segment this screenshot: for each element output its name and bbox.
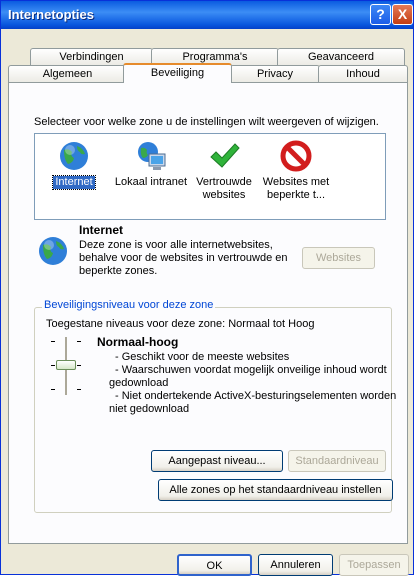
security-level-desc-5: niet gedownload: [109, 403, 190, 415]
zone-label-trusted-line1: Vertrouwde: [196, 176, 252, 188]
zone-label-trusted-line2: websites: [202, 189, 246, 201]
zone-label-restricted-sites: Websites met beperkte t...: [261, 176, 331, 202]
internet-options-window: Internetopties ? X Verbindingen Programm…: [0, 0, 414, 576]
slider-tick: [77, 365, 81, 366]
security-level-title: Normaal-hoog: [97, 335, 179, 349]
zone-label-restricted-line1: Websites met: [262, 176, 330, 188]
zone-label-trusted-sites: Vertrouwde websites: [194, 176, 254, 202]
tab-inhoud[interactable]: Inhoud: [318, 65, 408, 82]
intranet-icon: [138, 142, 166, 170]
slider-tick: [51, 389, 55, 390]
zone-item-local-intranet[interactable]: Lokaal intranet: [111, 140, 191, 189]
globe-icon: [39, 237, 67, 265]
checkmark-icon: [210, 143, 240, 168]
tab-algemeen[interactable]: Algemeen: [8, 65, 127, 82]
security-level-desc-3: gedownload: [109, 377, 169, 389]
security-level-desc-2: - Waarschuwen voordat mogelijk onveilige…: [115, 364, 387, 376]
zone-item-internet[interactable]: Internet: [49, 140, 99, 190]
title-bar[interactable]: Internetopties ? X: [1, 1, 413, 29]
reset-all-zones-button[interactable]: Alle zones op het standaardniveau instel…: [158, 479, 393, 501]
slider-tick: [51, 365, 55, 366]
zone-item-restricted-sites[interactable]: Websites met beperkte t...: [259, 140, 333, 202]
security-level-desc-1: - Geschikt voor de meeste websites: [115, 351, 290, 363]
default-level-button[interactable]: Standaardniveau: [288, 450, 386, 472]
tab-beveiliging[interactable]: Beveiliging: [123, 63, 232, 83]
zone-label-restricted-line2: beperkte t...: [266, 189, 326, 201]
security-level-slider[interactable]: [51, 335, 81, 397]
tab-geavanceerd[interactable]: Geavanceerd: [277, 48, 405, 65]
restricted-icon: [280, 140, 312, 172]
zone-label-internet: Internet: [52, 175, 96, 190]
zone-info-line2: behalve voor de websites in vertrouwde e…: [79, 252, 288, 264]
zone-info-line1: Deze zone is voor alle internetwebsites,: [79, 239, 273, 251]
globe-icon: [60, 142, 88, 170]
ok-button[interactable]: OK: [177, 554, 252, 576]
slider-tick: [77, 389, 81, 390]
zone-instruction: Selecteer voor welke zone u de instellin…: [34, 116, 379, 128]
zone-label-local-intranet: Lokaal intranet: [114, 176, 188, 188]
window-title: Internetopties: [8, 7, 94, 22]
security-level-group-label: Beveiligingsniveau voor deze zone: [42, 299, 216, 311]
security-level-desc-4: - Niet ondertekende ActiveX-besturingsel…: [115, 390, 397, 402]
websites-button[interactable]: Websites: [302, 247, 375, 269]
tab-privacy[interactable]: Privacy: [230, 65, 320, 82]
slider-tick: [77, 341, 81, 342]
help-button[interactable]: ?: [370, 4, 391, 25]
custom-level-button[interactable]: Aangepast niveau...: [151, 450, 283, 472]
zone-info-title: Internet: [79, 223, 124, 237]
allowed-levels-text: Toegestane niveaus voor deze zone: Norma…: [46, 318, 315, 330]
zone-list[interactable]: Internet Lokaal intranet Vertrouwde websi…: [34, 133, 386, 220]
zone-info-line3: beperkte zones.: [79, 265, 158, 277]
close-button[interactable]: X: [392, 4, 413, 25]
slider-tick: [51, 341, 55, 342]
slider-thumb[interactable]: [56, 360, 76, 370]
zone-item-trusted-sites[interactable]: Vertrouwde websites: [192, 140, 256, 202]
cancel-button[interactable]: Annuleren: [258, 554, 333, 576]
apply-button[interactable]: Toepassen: [339, 554, 409, 576]
